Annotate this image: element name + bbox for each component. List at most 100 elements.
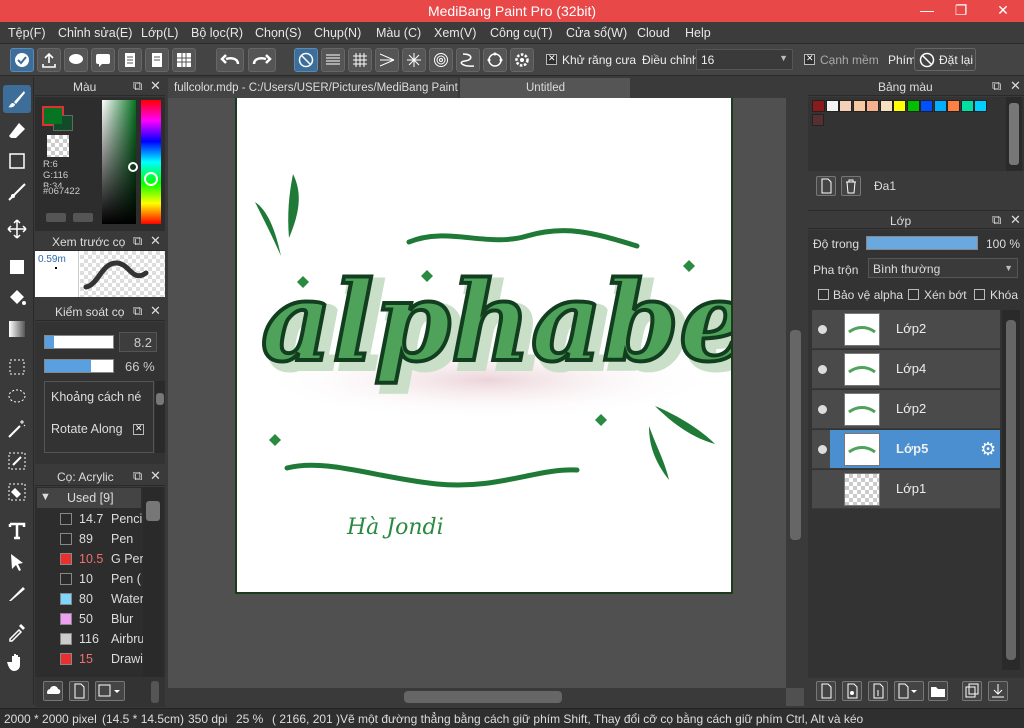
redo-button[interactable] [248,48,276,72]
brush-menu-button[interactable] [95,681,125,701]
canvas-vertical-scrollbar[interactable] [786,98,804,688]
palette-swatch-extra[interactable] [812,114,824,126]
close-panel-icon[interactable]: ✕ [150,233,161,249]
close-panel-icon[interactable]: ✕ [150,303,161,319]
snap-curve-button[interactable] [456,48,480,72]
brush-footer-scroll[interactable] [151,681,159,703]
add-layer-menu-button[interactable] [894,681,924,701]
scrollbar-thumb[interactable] [1006,320,1016,660]
rotate-along-checkbox[interactable] [133,423,144,435]
menu-layer[interactable]: Lớp(L) [141,26,178,40]
layer-row[interactable]: Lớp2 [812,310,1000,349]
canvas-area[interactable]: alphabet alphabet Hà Jondi [168,98,813,706]
gradient-tool[interactable] [3,315,31,343]
eraser-tool[interactable] [3,117,31,145]
canvas-horizontal-scrollbar[interactable] [168,688,786,706]
brush-list-item[interactable]: 80 Watercolor [38,589,143,609]
message-button[interactable] [91,48,115,72]
adjust-dropdown[interactable]: 16 ▼ [696,49,793,70]
palette-swatch[interactable] [920,100,933,112]
protect-alpha-checkbox[interactable] [818,289,829,300]
layer-row[interactable]: Lớp4 [812,350,1000,389]
move-tool[interactable] [3,215,31,243]
layer-row[interactable]: Lớp1 [812,470,1000,509]
detach-icon[interactable]: ⧉ [133,233,142,249]
brush-size-value[interactable]: 8.2 [119,332,157,352]
detach-icon[interactable]: ⧉ [133,303,142,319]
hue-slider-handle[interactable] [144,172,158,186]
detach-icon[interactable]: ⧉ [133,468,142,484]
snap-settings-button[interactable] [510,48,534,72]
menu-filter[interactable]: Bộ lọc(R) [191,26,243,40]
brush-tool[interactable] [3,85,31,113]
drawing-canvas[interactable]: alphabet alphabet Hà Jondi [235,98,813,594]
snap-focus-button[interactable] [375,48,399,72]
visibility-eye-icon[interactable] [818,445,827,454]
scrollbar-thumb[interactable] [156,393,164,405]
grid-button[interactable] [172,48,196,72]
soft-edge-checkbox[interactable] [804,53,815,65]
lock-checkbox[interactable] [974,289,985,300]
close-panel-icon[interactable]: ✕ [1010,78,1021,94]
palette-swatch[interactable] [906,100,920,112]
sv-picker-handle[interactable] [128,162,138,172]
brush-group-used[interactable]: ▼ Used [9] [37,488,141,508]
merge-layer-button[interactable] [988,681,1008,701]
palette-swatch[interactable] [893,100,906,112]
tab-fullcolor[interactable]: fullcolor.mdp - C:/Users/USER/Pictures/M… [168,78,479,98]
menu-cloud[interactable]: Cloud [637,26,670,40]
palette-scrollbar[interactable] [1006,97,1022,171]
palette-swatch[interactable] [839,100,852,112]
new-layer-button[interactable] [816,681,836,701]
brush-opacity-slider[interactable] [44,359,114,373]
menu-color[interactable]: Màu (C) [376,26,421,40]
delete-palette-button[interactable] [841,176,861,196]
comment-button[interactable] [64,48,88,72]
snap-grid-button[interactable] [348,48,372,72]
snap-off-button[interactable] [294,48,318,72]
menu-help[interactable]: Help [685,26,711,40]
saturation-brightness-picker[interactable] [102,100,138,224]
antialias-checkbox[interactable] [546,53,557,65]
menu-capture[interactable]: Chụp(N) [314,26,361,40]
visibility-eye-icon[interactable] [818,365,827,374]
brush-list-item[interactable]: 15 Drawing [38,649,143,669]
lasso-tool[interactable] [3,383,31,411]
document-button[interactable] [118,48,142,72]
line-tool[interactable] [3,178,31,206]
transparent-color-swatch[interactable] [47,135,69,157]
hand-tool[interactable] [3,648,31,676]
palette-swatch[interactable] [852,100,866,112]
undo-button[interactable] [216,48,244,72]
color-option-button-2[interactable] [73,213,93,222]
menu-tools[interactable]: Công cụ(T) [490,26,553,40]
snap-radial-button[interactable] [402,48,426,72]
new-brush-button[interactable] [69,681,89,701]
folder-button[interactable] [928,681,948,701]
reset-button[interactable]: Đặt lại [914,48,976,71]
blend-mode-dropdown[interactable]: Bình thường ▼ [868,258,1018,278]
snap-ellipse-button[interactable] [483,48,507,72]
hue-slider[interactable] [141,100,161,224]
palette-swatch[interactable] [960,100,974,112]
menu-window[interactable]: Cửa sổ(W) [566,26,627,40]
brush-settings-scrollbar[interactable] [155,381,165,453]
clipping-checkbox[interactable] [908,289,919,300]
palette-swatch[interactable] [866,100,879,112]
layer-row[interactable]: Lớp2 [812,390,1000,429]
export-button[interactable] [37,48,61,72]
brush-list-item[interactable]: 14.7 Pencil [38,509,143,529]
close-panel-icon[interactable]: ✕ [1010,212,1021,228]
scrollbar-thumb[interactable] [1009,103,1019,165]
operation-tool[interactable] [3,548,31,576]
layer-opacity-slider[interactable] [866,236,978,250]
layer-settings-gear-icon[interactable]: ⚙ [980,439,996,460]
horizontal-scrollbar-thumb[interactable] [404,691,562,703]
brush-list-item[interactable]: 50 Blur [38,609,142,629]
close-panel-icon[interactable]: ✕ [150,468,161,484]
select-tool[interactable] [3,353,31,381]
brush-list-item[interactable]: 116 Airbrush [38,629,143,649]
eyedropper-tool[interactable] [3,618,31,646]
layers-scrollbar[interactable] [1002,310,1020,670]
detach-icon[interactable]: ⧉ [992,78,1001,94]
